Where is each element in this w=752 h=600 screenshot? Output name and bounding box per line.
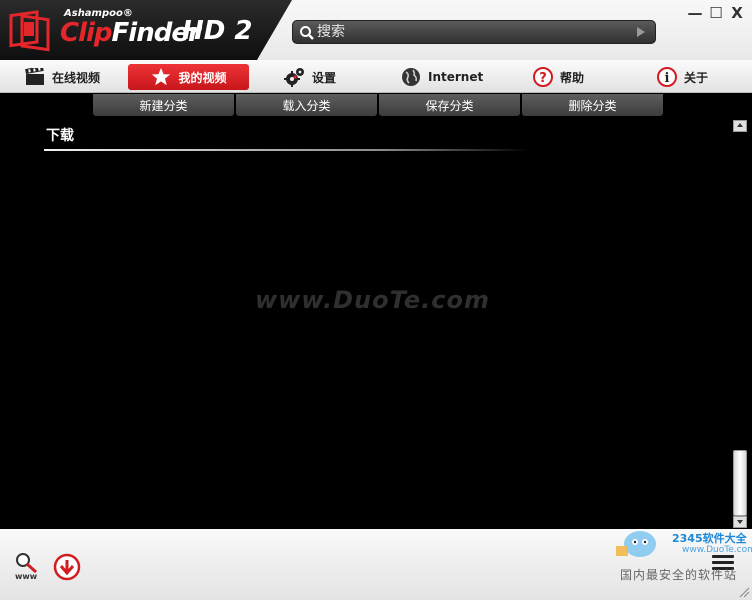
close-button[interactable]: X [728, 4, 746, 22]
tab-about[interactable]: i 关于 [656, 64, 708, 90]
site-url: www.DuoTe.com [682, 545, 752, 555]
search-input[interactable] [317, 23, 627, 41]
watermark: www.DuoTe.com [255, 286, 490, 314]
section-title: 下载 [46, 128, 74, 144]
tab-my-videos-label: 我的视频 [178, 70, 227, 85]
svg-text:?: ? [539, 71, 547, 86]
site-slogan: 国内最安全的软件站 [620, 568, 738, 582]
tab-online-videos-label: 在线视频 [52, 70, 101, 85]
tab-help[interactable]: ? 帮助 [532, 64, 584, 90]
site-name: 2345软件大全 [672, 532, 747, 545]
app-window: Ashampoo® ClipFinder HD 2 — ☐ X 在线视频 [0, 0, 752, 600]
new-category-button[interactable]: 新建分类 [93, 94, 234, 116]
info-icon: i [656, 66, 678, 88]
app-title: ClipFinder [60, 18, 201, 48]
resize-grip-icon[interactable] [738, 586, 750, 598]
tab-settings[interactable]: 设置 [284, 64, 336, 90]
globe-icon [400, 66, 422, 88]
vertical-scrollbar[interactable] [733, 118, 747, 528]
minimize-button[interactable]: — [686, 4, 704, 22]
web-search-button[interactable]: www [14, 553, 42, 584]
tab-my-videos[interactable]: 我的视频 [128, 64, 249, 90]
download-icon[interactable] [53, 553, 81, 581]
question-icon: ? [532, 66, 554, 88]
scroll-thumb[interactable] [733, 450, 747, 516]
tab-help-label: 帮助 [560, 70, 585, 85]
www-label: www [15, 572, 38, 581]
brand-hd: HD 2 [182, 16, 253, 46]
gears-icon [284, 66, 306, 88]
tab-settings-label: 设置 [312, 70, 337, 85]
star-icon [150, 66, 172, 88]
scroll-up-button[interactable] [733, 120, 747, 132]
save-category-button[interactable]: 保存分类 [379, 94, 520, 116]
brand-clip: Clip [60, 18, 113, 48]
tab-internet[interactable]: Internet [400, 64, 483, 90]
delete-category-button[interactable]: 删除分类 [522, 94, 663, 116]
main-nav: 在线视频 我的视频 设置 Internet ? 帮助 i 关于 [0, 60, 752, 93]
tab-about-label: 关于 [684, 70, 709, 85]
load-category-button[interactable]: 载入分类 [236, 94, 377, 116]
title-bar: Ashampoo® ClipFinder HD 2 — ☐ X [0, 0, 752, 60]
section-divider [44, 149, 530, 151]
maximize-button[interactable]: ☐ [707, 4, 725, 22]
svg-text:i: i [665, 71, 670, 86]
search-icon [300, 26, 314, 40]
search-box[interactable] [292, 20, 656, 44]
magnifier-icon [16, 553, 37, 574]
clipfinder-logo-icon [9, 10, 50, 52]
tab-online-videos[interactable]: 在线视频 [24, 64, 100, 90]
clapperboard-icon [24, 66, 46, 88]
tab-internet-label: Internet [428, 70, 484, 84]
search-go-icon[interactable] [637, 27, 645, 37]
